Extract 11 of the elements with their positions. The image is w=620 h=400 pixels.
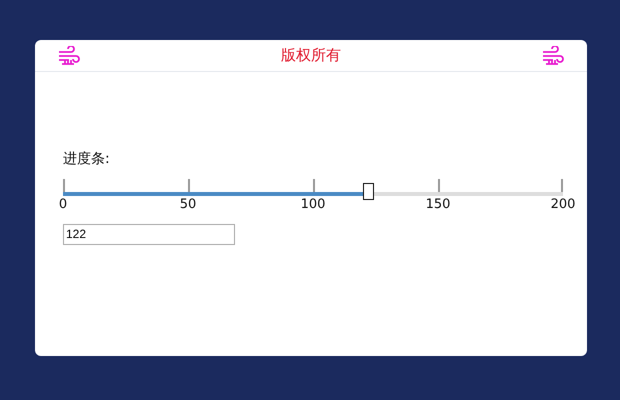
- tick-label: 100: [300, 198, 326, 211]
- wind-icon: [541, 46, 565, 66]
- wind-icon: [57, 46, 81, 66]
- tick-label: 200: [550, 198, 576, 211]
- tick-label: 0: [58, 198, 68, 211]
- tick-label: 150: [426, 198, 450, 211]
- value-field[interactable]: 122: [63, 224, 235, 244]
- slider-thumb[interactable]: [363, 183, 374, 200]
- tick-label: 50: [180, 198, 196, 211]
- header-title: 版权所有: [281, 45, 341, 66]
- slider-label: 进度条:: [63, 150, 110, 169]
